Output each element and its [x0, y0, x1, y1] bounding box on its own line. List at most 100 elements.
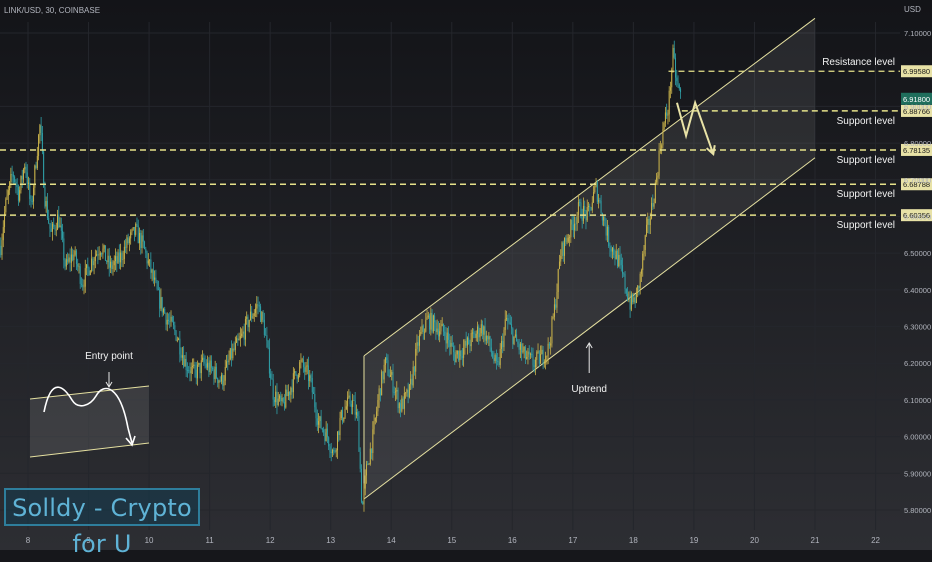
candle-body — [219, 380, 221, 382]
candle-body — [347, 397, 349, 407]
candle-body — [204, 362, 206, 364]
candle-body — [586, 206, 588, 221]
candle-body — [458, 350, 460, 361]
candle-body — [301, 359, 303, 361]
candle-body — [98, 254, 100, 256]
x-tick-label: 17 — [568, 536, 577, 545]
candle-body — [343, 417, 345, 422]
candle-body — [132, 227, 134, 230]
candle-body — [69, 257, 71, 263]
candle-body — [471, 332, 473, 334]
candle-body — [548, 343, 550, 346]
candle-body — [565, 238, 567, 242]
candle-body — [229, 348, 231, 360]
candle-body — [144, 241, 146, 249]
candle-body — [9, 182, 11, 191]
candle-body — [58, 214, 60, 228]
candle-body — [627, 293, 629, 301]
candle-body — [294, 371, 296, 374]
candle-body — [577, 202, 579, 215]
candle-body — [188, 370, 190, 372]
candle-body — [80, 283, 82, 285]
candle-body — [545, 355, 547, 363]
candle-body — [183, 355, 185, 367]
candle-body — [224, 366, 226, 381]
candle-body — [429, 315, 431, 330]
candle-body — [161, 297, 163, 313]
candle-body — [511, 324, 513, 329]
candle-body — [424, 331, 426, 333]
candle-body — [38, 135, 40, 157]
candle-body — [309, 375, 311, 382]
candle-body — [366, 464, 368, 476]
candle-body — [131, 229, 133, 233]
candle-body — [304, 367, 306, 372]
candle-body — [302, 359, 304, 368]
candle-body — [388, 375, 390, 377]
candle-body — [506, 318, 508, 320]
candle-body — [68, 257, 70, 262]
candle-body — [315, 407, 317, 419]
candle-body — [154, 277, 156, 280]
candle-body — [646, 224, 648, 236]
candle-body — [371, 448, 373, 454]
candle-body — [96, 254, 98, 256]
candle-body — [82, 284, 84, 287]
candle-body — [29, 182, 31, 199]
candle-body — [193, 364, 195, 366]
candle-body — [140, 232, 142, 249]
candle-body — [436, 328, 438, 333]
candle-body — [70, 254, 72, 263]
candle-body — [265, 334, 267, 336]
candle-body — [524, 346, 526, 359]
candle-body — [490, 347, 492, 353]
x-tick-label: 20 — [750, 536, 759, 545]
candle-body — [440, 326, 442, 332]
candle-body — [79, 266, 81, 284]
candle-body — [393, 392, 395, 393]
candle-body — [373, 421, 375, 430]
candle-body — [40, 125, 42, 133]
candle-body — [372, 429, 374, 454]
candle-body — [392, 372, 394, 393]
candle-body — [605, 225, 607, 236]
candle-body — [218, 380, 220, 384]
candle-body — [53, 223, 55, 227]
candle-body — [86, 264, 88, 269]
candle-body — [324, 432, 326, 442]
currency-label: USD — [904, 5, 921, 14]
candle-body — [305, 365, 307, 372]
candle-body — [632, 294, 634, 303]
candle-body — [335, 450, 337, 452]
candle-body — [623, 273, 625, 275]
candle-body — [408, 384, 410, 398]
y-tick-label: 5.90000 — [904, 469, 931, 478]
candle-body — [435, 322, 437, 333]
candle-body — [368, 463, 370, 465]
candle-body — [333, 450, 335, 452]
candle-body — [624, 274, 626, 289]
candle-body — [5, 199, 7, 213]
candlestick-chart[interactable]: Resistance level Support level Support lev… — [0, 0, 932, 550]
candle-body — [200, 360, 202, 374]
candle-body — [367, 464, 369, 466]
candle-body — [582, 206, 584, 221]
candle-body — [637, 285, 639, 292]
candle-body — [286, 389, 288, 397]
candle-body — [262, 312, 264, 320]
candle-body — [439, 331, 441, 337]
level-label: Support level — [837, 220, 895, 231]
candle-body — [350, 404, 352, 407]
candle-body — [25, 166, 27, 173]
candle-body — [668, 90, 670, 115]
candle-body — [508, 321, 510, 323]
candle-body — [147, 260, 149, 264]
candle-body — [316, 418, 318, 425]
candle-body — [522, 350, 524, 353]
candle-body — [36, 156, 38, 168]
level-label: Support level — [837, 155, 895, 166]
candle-body — [643, 249, 645, 254]
candle-body — [418, 334, 420, 346]
candle-body — [122, 259, 124, 260]
candle-body — [589, 206, 591, 208]
